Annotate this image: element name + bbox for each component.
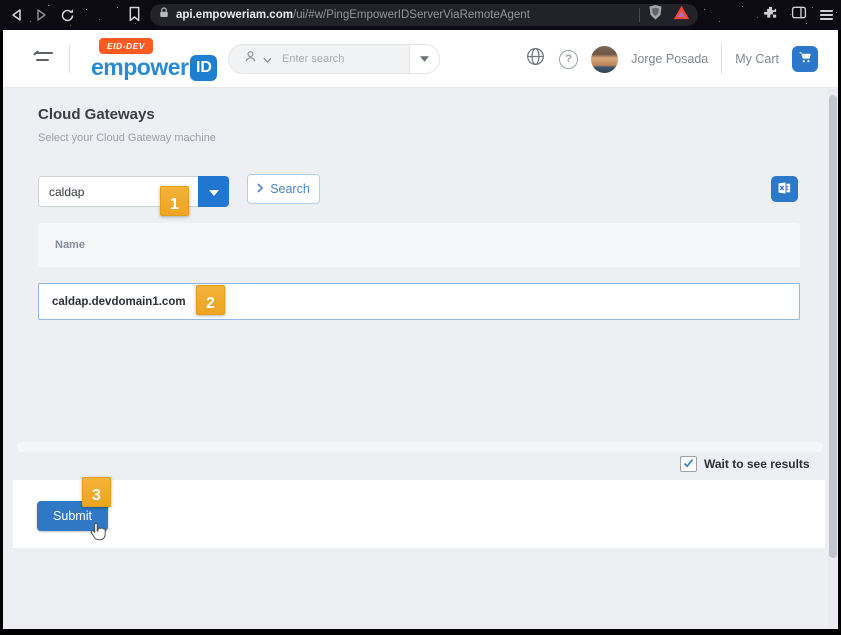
address-bar-divider (639, 8, 640, 22)
footer-bar (13, 480, 825, 548)
brave-shield-icon[interactable] (648, 4, 663, 26)
cart-icon (797, 49, 813, 70)
globe-icon[interactable] (525, 46, 546, 72)
step-annotation-1: 1 (160, 186, 189, 216)
person-icon (243, 49, 258, 69)
search-button-label: Search (270, 182, 310, 196)
header-divider (69, 45, 70, 73)
browser-menu-icon[interactable] (820, 8, 833, 22)
screenshot-root: api.empoweriam.com/ui/#w/PingEmpowerIDSe… (0, 0, 841, 635)
export-excel-button[interactable] (771, 176, 798, 202)
bat-rewards-icon[interactable] (673, 5, 690, 25)
dropdown-caret-icon (209, 184, 219, 199)
forward-icon[interactable] (35, 8, 48, 22)
search-button[interactable]: Search (247, 174, 320, 204)
app-header: EID-DEV empower ID Jorge Posada (3, 30, 838, 88)
wait-to-see-results-option[interactable]: Wait to see results (680, 456, 810, 472)
help-icon[interactable] (559, 50, 578, 69)
global-search (228, 44, 440, 74)
wait-checkbox[interactable] (680, 456, 697, 472)
chevron-down-icon (263, 50, 272, 68)
gateway-dropdown-button[interactable] (198, 176, 229, 207)
starfield-decoration (0, 0, 1, 1)
step-annotation-3: 3 (82, 477, 111, 507)
page-title: Cloud Gateways (38, 106, 155, 123)
row-gateway-name: caldap.devdomain1.com (52, 296, 186, 308)
column-header-name: Name (55, 239, 85, 251)
sidebar-icon[interactable] (791, 5, 807, 25)
refresh-icon[interactable] (60, 8, 75, 23)
lock-icon (158, 6, 170, 24)
browser-toolbar: api.empoweriam.com/ui/#w/PingEmpowerIDSe… (0, 0, 841, 30)
table-row[interactable]: caldap.devdomain1.com (38, 283, 800, 320)
panel-edge-strip (17, 442, 823, 452)
scrollbar-thumb[interactable] (829, 95, 837, 558)
page-subtitle: Select your Cloud Gateway machine (38, 132, 216, 144)
mouse-cursor-icon (88, 520, 110, 551)
bookmark-icon[interactable] (128, 6, 141, 27)
my-cart-label[interactable]: My Cart (735, 52, 779, 66)
excel-icon (776, 180, 793, 199)
logo-id-block: ID (190, 55, 217, 81)
back-icon[interactable] (10, 8, 23, 22)
extensions-puzzle-icon[interactable] (763, 5, 778, 25)
cart-button[interactable] (792, 46, 818, 72)
empowerid-logo[interactable]: EID-DEV empower ID (91, 36, 217, 81)
user-name[interactable]: Jorge Posada (631, 52, 708, 66)
address-bar[interactable]: api.empoweriam.com/ui/#w/PingEmpowerIDSe… (150, 4, 698, 26)
search-scope-selector[interactable] (229, 45, 282, 73)
wait-checkbox-label: Wait to see results (704, 457, 810, 471)
avatar[interactable] (591, 46, 618, 73)
step-annotation-2: 2 (196, 285, 225, 315)
url-text: api.empoweriam.com/ui/#w/PingEmpowerIDSe… (176, 9, 530, 21)
cart-divider (721, 44, 722, 74)
nav-toggle-icon[interactable] (33, 52, 53, 66)
search-input[interactable] (282, 53, 409, 65)
search-dropdown-caret[interactable] (409, 45, 439, 73)
logo-wordmark: empower (91, 54, 188, 81)
table-header: Name (38, 223, 800, 267)
app-viewport: EID-DEV empower ID Jorge Posada (3, 30, 838, 629)
wait-checkbox-check (683, 455, 694, 473)
chevron-right-icon (257, 182, 263, 196)
environment-badge: EID-DEV (99, 38, 153, 54)
